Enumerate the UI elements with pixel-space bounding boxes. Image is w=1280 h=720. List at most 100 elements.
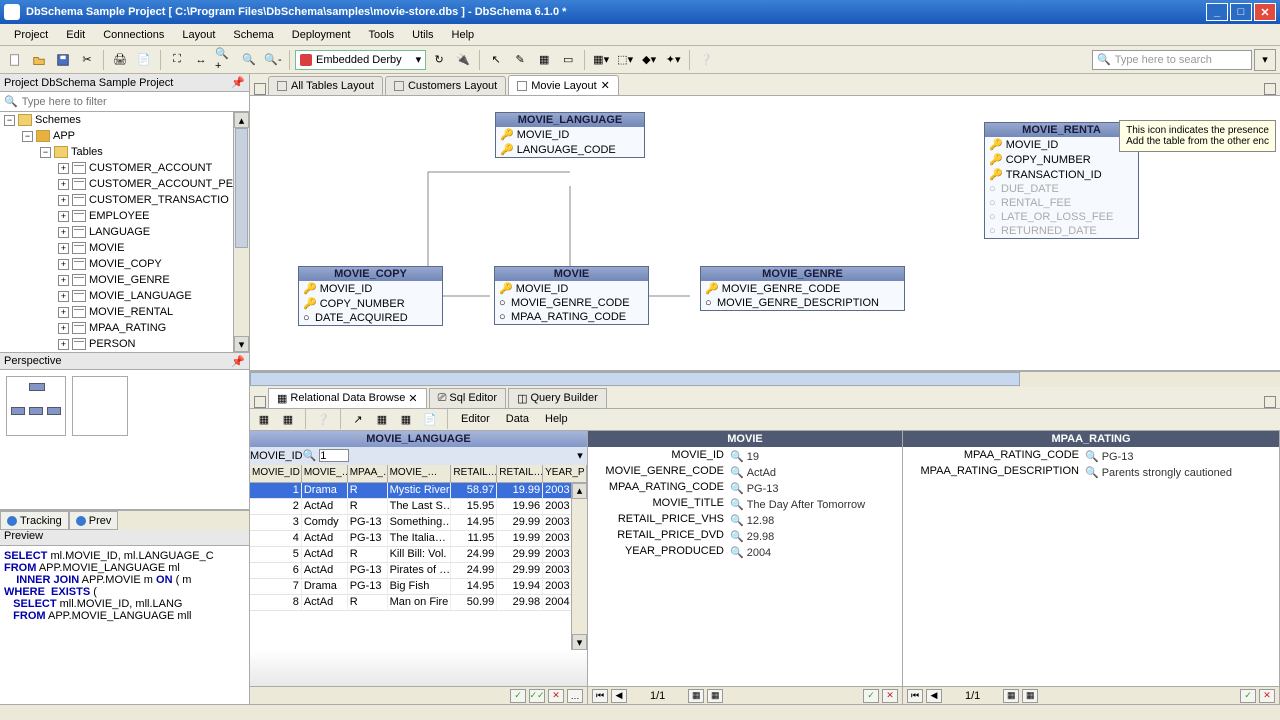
stop-icon[interactable]: ▦ xyxy=(278,410,298,428)
pointer-icon[interactable]: ↖ xyxy=(485,49,507,71)
tab-tracking[interactable]: Tracking xyxy=(0,511,69,530)
tree-table-language[interactable]: +LANGUAGE xyxy=(0,224,249,240)
doc-icon[interactable]: 📄 xyxy=(420,410,440,428)
menu-layout[interactable]: Layout xyxy=(174,27,223,43)
menu-deployment[interactable]: Deployment xyxy=(284,27,359,43)
grid-scrollbar[interactable]: ▴▾ xyxy=(571,483,587,651)
tree-table-movie[interactable]: +MOVIE xyxy=(0,240,249,256)
col-header[interactable]: RETAIL… xyxy=(497,465,543,482)
tree-filter-input[interactable]: 🔍 xyxy=(0,92,249,112)
canvas-hscrollbar[interactable] xyxy=(250,371,1280,387)
table-row[interactable]: 6ActAdPG-13Pirates of …24.9929.992003 xyxy=(250,563,587,579)
tree-table-customer_transactio[interactable]: +CUSTOMER_TRANSACTIO xyxy=(0,192,249,208)
table-row[interactable]: 5ActAdRKill Bill: Vol. 124.9929.992003 xyxy=(250,547,587,563)
close-tab-icon[interactable]: ✕ xyxy=(601,79,610,92)
column-copy_number[interactable]: 🔑COPY_NUMBER xyxy=(985,152,1138,167)
tree-table-customer_account_pe[interactable]: +CUSTOMER_ACCOUNT_PE xyxy=(0,176,249,192)
tab-relational-data-browse[interactable]: ▦Relational Data Browse✕ xyxy=(268,388,427,408)
dropdown-4-icon[interactable]: ✦▾ xyxy=(662,49,684,71)
subtab-help[interactable]: Help xyxy=(539,411,574,427)
column-movie_id[interactable]: 🔑MOVIE_ID xyxy=(496,127,644,142)
accept-icon[interactable]: ✓ xyxy=(1240,689,1256,703)
table-movie-language[interactable]: MOVIE_LANGUAGE 🔑MOVIE_ID🔑LANGUAGE_CODE xyxy=(495,112,645,158)
collapse-icon[interactable] xyxy=(254,396,266,408)
column-movie_genre_code[interactable]: 🔑MOVIE_GENRE_CODE xyxy=(701,281,904,296)
run-icon[interactable]: ▦ xyxy=(254,410,274,428)
layout-thumbnail[interactable] xyxy=(6,376,66,436)
menu-utils[interactable]: Utils xyxy=(404,27,441,43)
table-row[interactable]: 4ActAdPG-13The Italia…11.9519.992003 xyxy=(250,531,587,547)
layout-thumbnail[interactable] xyxy=(72,376,128,436)
tree-table-mpaa_rating[interactable]: +MPAA_RATING xyxy=(0,320,249,336)
cancel-icon[interactable]: ✕ xyxy=(548,689,564,703)
table-movie-rental[interactable]: MOVIE_RENTA 🔑MOVIE_ID🔑COPY_NUMBER🔑TRANSA… xyxy=(984,122,1139,239)
dropdown-1-icon[interactable]: ▦▾ xyxy=(590,49,612,71)
note-icon[interactable]: ▭ xyxy=(557,49,579,71)
col-header[interactable]: MPAA_… xyxy=(348,465,388,482)
menu-tools[interactable]: Tools xyxy=(360,27,402,43)
tree-table-customer_account[interactable]: +CUSTOMER_ACCOUNT xyxy=(0,160,249,176)
column-movie_genre_code[interactable]: ○MOVIE_GENRE_CODE xyxy=(495,296,648,310)
close-tab-icon[interactable]: ✕ xyxy=(408,392,417,405)
prev-icon[interactable]: ◀ xyxy=(926,689,942,703)
tab-customers-layout[interactable]: Customers Layout xyxy=(385,76,506,95)
accept-icon[interactable]: ✓ xyxy=(510,689,526,703)
tree-table-movie_language[interactable]: +MOVIE_LANGUAGE xyxy=(0,288,249,304)
connect-icon[interactable]: 🔌 xyxy=(452,49,474,71)
column-movie_genre_description[interactable]: ○MOVIE_GENRE_DESCRIPTION xyxy=(701,296,904,310)
close-button[interactable]: ✕ xyxy=(1254,3,1276,21)
layout2-icon[interactable]: ▦ xyxy=(1022,689,1038,703)
col-header[interactable]: MOVIE_… xyxy=(388,465,452,482)
column-mpaa_rating_code[interactable]: ○MPAA_RATING_CODE xyxy=(495,310,648,324)
search-dropdown-icon[interactable]: ▾ xyxy=(1254,49,1276,71)
column-movie_id[interactable]: 🔑MOVIE_ID xyxy=(985,137,1138,152)
subtab-editor[interactable]: Editor xyxy=(455,411,496,427)
search-input[interactable]: 🔍 Type here to search xyxy=(1092,50,1252,70)
layout1-icon[interactable]: ▦ xyxy=(688,689,704,703)
zoom-out-icon[interactable]: 🔍- xyxy=(262,49,284,71)
col-header[interactable]: MOVIE_… xyxy=(302,465,348,482)
table-row[interactable]: 1DramaRMystic River58.9719.992003 xyxy=(250,483,587,499)
first-icon[interactable]: ⏮ xyxy=(907,689,923,703)
menu-schema[interactable]: Schema xyxy=(225,27,281,43)
tab-all-tables-layout[interactable]: All Tables Layout xyxy=(268,76,383,95)
tab-prev[interactable]: Prev xyxy=(69,511,119,530)
first-icon[interactable]: ⏮ xyxy=(592,689,608,703)
column-movie_id[interactable]: 🔑MOVIE_ID xyxy=(495,281,648,296)
tree-table-movie_genre[interactable]: +MOVIE_GENRE xyxy=(0,272,249,288)
accept-icon[interactable]: ✓ xyxy=(863,689,879,703)
table-row[interactable]: 8ActAdRMan on Fire50.9929.982004 xyxy=(250,595,587,611)
zoom-in-icon[interactable]: 🔍+ xyxy=(214,49,236,71)
column-rental_fee[interactable]: ○RENTAL_FEE xyxy=(985,196,1138,210)
cancel-icon[interactable]: ✕ xyxy=(882,689,898,703)
pin-icon[interactable]: 📌 xyxy=(231,355,245,368)
cancel-icon[interactable]: ✕ xyxy=(1259,689,1275,703)
column-date_acquired[interactable]: ○DATE_ACQUIRED xyxy=(299,311,442,325)
column-due_date[interactable]: ○DUE_DATE xyxy=(985,182,1138,196)
more-icon[interactable]: … xyxy=(567,689,583,703)
column-language_code[interactable]: 🔑LANGUAGE_CODE xyxy=(496,142,644,157)
col-header[interactable]: RETAIL… xyxy=(451,465,497,482)
minimize-button[interactable]: _ xyxy=(1206,3,1228,21)
expand-icon[interactable] xyxy=(1264,396,1276,408)
collapse-icon[interactable] xyxy=(254,83,266,95)
maximize-button[interactable]: □ xyxy=(1230,3,1252,21)
tree-table-movie_rental[interactable]: +MOVIE_RENTAL xyxy=(0,304,249,320)
tab-movie-layout[interactable]: Movie Layout✕ xyxy=(508,75,619,95)
subtab-data[interactable]: Data xyxy=(500,411,535,427)
pin-icon[interactable]: 📌 xyxy=(231,76,245,89)
zoom-fit-icon[interactable]: ⛶ xyxy=(166,49,188,71)
menu-connections[interactable]: Connections xyxy=(95,27,172,43)
tree-scrollbar[interactable]: ▴▾ xyxy=(233,112,249,352)
zoom-1to1-icon[interactable]: ↔ xyxy=(190,49,212,71)
dropdown-3-icon[interactable]: ◆▾ xyxy=(638,49,660,71)
open-icon[interactable] xyxy=(28,49,50,71)
column-transaction_id[interactable]: 🔑TRANSACTION_ID xyxy=(985,167,1138,182)
tree-node-app[interactable]: −APP xyxy=(0,128,249,144)
new-icon[interactable] xyxy=(4,49,26,71)
table-row[interactable]: 2ActAdRThe Last S…15.9519.962003 xyxy=(250,499,587,515)
layout1-icon[interactable]: ▦ xyxy=(1003,689,1019,703)
filter-input[interactable] xyxy=(319,449,349,462)
table-icon[interactable]: ▦ xyxy=(533,49,555,71)
tree-table-employee[interactable]: +EMPLOYEE xyxy=(0,208,249,224)
